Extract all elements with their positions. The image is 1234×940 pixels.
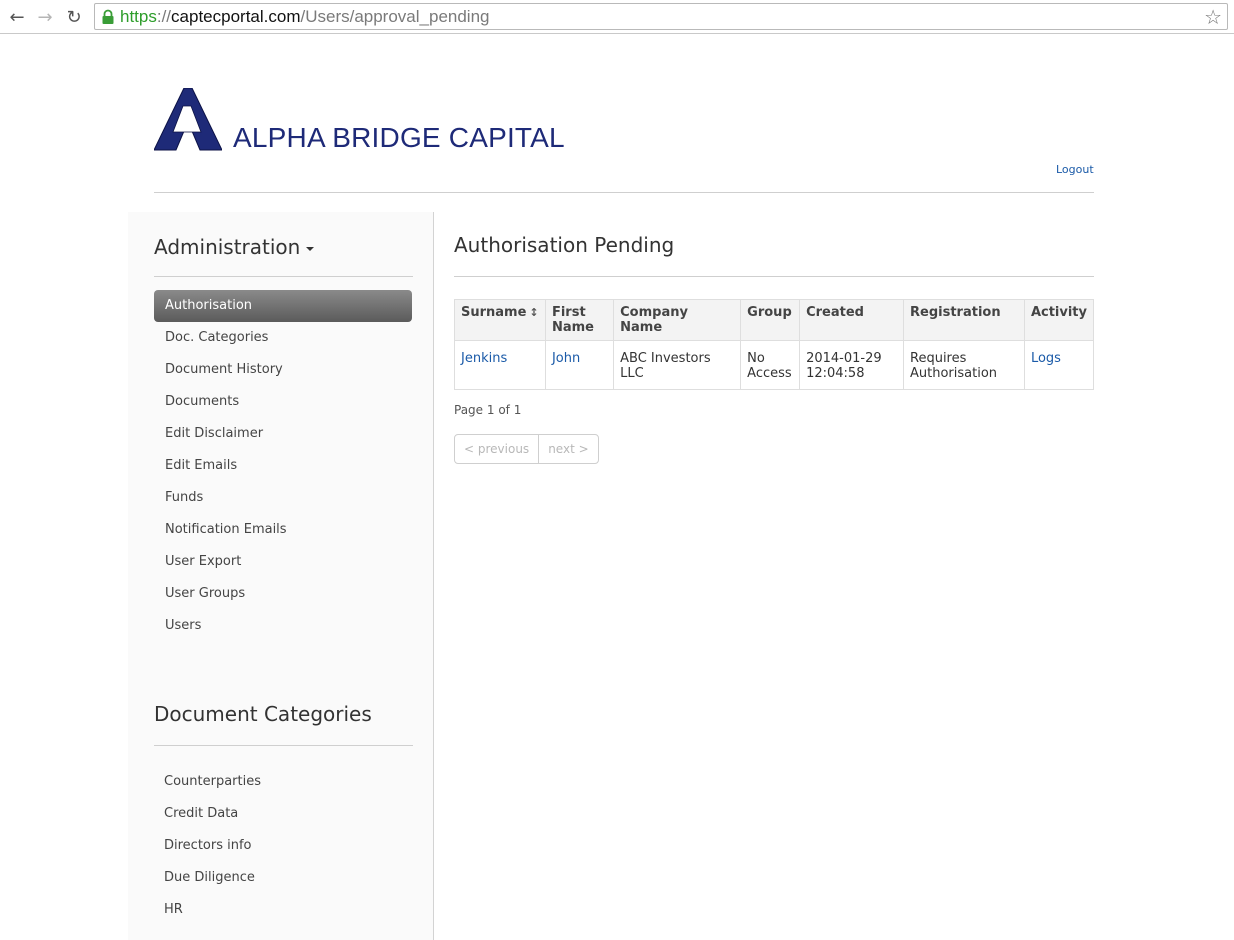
column-header-created[interactable]: Created xyxy=(799,299,904,341)
doc-category-due-diligence[interactable]: Due Diligence xyxy=(164,862,261,894)
cell-first-name: John xyxy=(544,340,615,390)
brand-name: ALPHA BRIDGE CAPITAL xyxy=(233,122,565,153)
title-divider xyxy=(454,276,1094,277)
sidebar-item-user-export[interactable]: User Export xyxy=(154,546,412,578)
column-header-company-name[interactable]: Company Name xyxy=(613,299,742,341)
cell-group: No Access xyxy=(740,340,801,390)
doc-category-credit-data[interactable]: Credit Data xyxy=(164,798,261,830)
lock-icon xyxy=(102,9,114,24)
url-path: /Users/approval_pending xyxy=(300,7,490,26)
doc-categories-divider xyxy=(154,745,413,746)
cell-activity: Logs xyxy=(1023,340,1095,390)
back-arrow-icon[interactable]: ← xyxy=(5,5,29,29)
sidebar-item-edit-emails[interactable]: Edit Emails xyxy=(154,450,412,482)
sidebar-item-doc-categories[interactable]: Doc. Categories xyxy=(154,322,412,354)
logs-link[interactable]: Logs xyxy=(1031,351,1061,366)
company-logo xyxy=(154,88,222,151)
column-header-activity: Activity xyxy=(1023,299,1095,341)
sidebar-divider xyxy=(433,212,434,940)
sidebar-item-authorisation[interactable]: Authorisation xyxy=(154,290,412,322)
sidebar-item-documents[interactable]: Documents xyxy=(154,386,412,418)
page-info: Page 1 of 1 xyxy=(454,403,522,417)
sidebar-item-user-groups[interactable]: User Groups xyxy=(154,578,412,610)
sort-icon: ↕ xyxy=(529,306,539,319)
doc-category-counterparties[interactable]: Counterparties xyxy=(164,766,261,798)
column-header-group[interactable]: Group xyxy=(740,299,801,341)
table-row: Jenkins John ABC Investors LLC No Access… xyxy=(454,340,1095,390)
users-table: Surname ↕ First Name Company Name Group C… xyxy=(454,299,1095,390)
column-header-first-name[interactable]: First Name xyxy=(544,299,615,341)
page-title: Authorisation Pending xyxy=(454,233,675,257)
cell-created: 2014-01-29 12:04:58 xyxy=(799,340,904,390)
administration-dropdown[interactable]: Administration xyxy=(154,235,315,259)
administration-title: Administration xyxy=(154,235,301,259)
reload-icon[interactable]: ↻ xyxy=(62,5,86,29)
url-separator: :// xyxy=(156,7,172,26)
sidebar-item-notification-emails[interactable]: Notification Emails xyxy=(154,514,412,546)
admin-nav-list: Authorisation Doc. Categories Document H… xyxy=(154,290,412,642)
caret-down-icon xyxy=(306,246,315,251)
column-header-registration[interactable]: Registration xyxy=(903,299,1025,341)
sidebar-item-edit-disclaimer[interactable]: Edit Disclaimer xyxy=(154,418,412,450)
doc-category-hr[interactable]: HR xyxy=(164,894,261,926)
admin-divider xyxy=(154,276,413,277)
cell-surname: Jenkins xyxy=(454,340,546,390)
cell-company: ABC Investors LLC xyxy=(613,340,742,390)
address-bar[interactable]: https://captecportal.com/Users/approval_… xyxy=(94,3,1228,30)
cell-registration-status: Requires Authorisation xyxy=(903,340,1025,390)
header-divider xyxy=(154,192,1094,193)
doc-categories-list: Counterparties Credit Data Directors inf… xyxy=(164,766,261,926)
first-name-link[interactable]: John xyxy=(552,351,580,366)
previous-page-button[interactable]: < previous xyxy=(455,435,538,463)
sidebar-item-users[interactable]: Users xyxy=(154,610,412,642)
surname-link[interactable]: Jenkins xyxy=(461,351,507,366)
sort-surname-link[interactable]: Surname xyxy=(461,305,526,320)
forward-arrow-icon[interactable]: → xyxy=(33,5,57,29)
browser-toolbar: ← → ↻ https://captecportal.com/Users/app… xyxy=(0,0,1234,34)
pagination: < previous next > xyxy=(454,434,599,464)
url-text: https://captecportal.com/Users/approval_… xyxy=(120,7,490,27)
next-page-button[interactable]: next > xyxy=(538,435,597,463)
logout-link[interactable]: Logout xyxy=(1056,163,1094,176)
url-host: captecportal.com xyxy=(171,7,301,26)
column-header-surname[interactable]: Surname ↕ xyxy=(454,299,546,341)
url-scheme: https xyxy=(120,7,157,26)
bookmark-star-icon[interactable]: ☆ xyxy=(1204,5,1222,29)
sidebar-item-funds[interactable]: Funds xyxy=(154,482,412,514)
sidebar-item-document-history[interactable]: Document History xyxy=(154,354,412,386)
doc-category-directors-info[interactable]: Directors info xyxy=(164,830,261,862)
document-categories-title: Document Categories xyxy=(154,702,372,726)
